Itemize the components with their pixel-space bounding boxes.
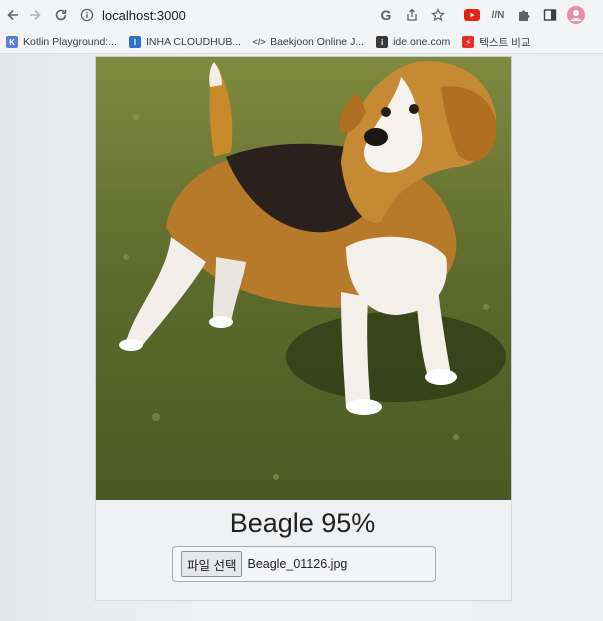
choose-file-button[interactable]: 파일 선택	[181, 551, 243, 577]
forward-button[interactable]	[24, 4, 46, 26]
share-icon[interactable]	[402, 5, 422, 25]
youtube-extension-icon[interactable]	[462, 5, 482, 25]
info-icon[interactable]	[80, 8, 94, 22]
back-button[interactable]	[2, 4, 24, 26]
bookmark-kotlin-playground[interactable]: K Kotlin Playground:...	[6, 36, 117, 48]
bookmark-inha-cloudhub[interactable]: I INHA CLOUDHUB...	[128, 36, 242, 48]
ideone-icon: i	[376, 36, 389, 48]
dog-photo	[95, 56, 512, 502]
prediction-result: Beagle 95%	[229, 508, 376, 538]
google-lens-icon[interactable]: G	[376, 5, 396, 25]
bookmark-label: ide one.com	[393, 36, 451, 48]
bookmark-label: 텍스트 비교	[479, 36, 531, 49]
beagle-image	[96, 57, 511, 501]
bookmark-star-icon[interactable]	[428, 5, 448, 25]
address-bar[interactable]: localhost:3000	[80, 3, 380, 27]
side-panel-icon[interactable]	[540, 5, 560, 25]
file-input[interactable]: 파일 선택 Beagle_01126.jpg	[172, 546, 436, 582]
bookmark-label: Kotlin Playground:...	[23, 36, 117, 48]
reload-icon	[55, 9, 67, 21]
bookmark-ideone[interactable]: i ide one.com	[376, 36, 450, 48]
bookmark-baekjoon[interactable]: </> Baekjoon Online J...	[253, 36, 364, 48]
bookmark-label: Baekjoon Online J...	[270, 36, 365, 48]
bookmark-text-compare[interactable]: ⚡ 텍스트 비교	[462, 35, 531, 50]
address-url: localhost:3000	[102, 7, 186, 23]
browser-toolbar: localhost:3000 G //N	[0, 0, 603, 31]
profile-avatar[interactable]	[566, 5, 586, 25]
forward-arrow-icon	[30, 9, 41, 21]
bookmarks-bar: K Kotlin Playground:... I INHA CLOUDHUB.…	[0, 31, 603, 54]
code-icon: </>	[252, 37, 266, 47]
kotlin-icon: K	[6, 36, 18, 48]
extensions-puzzle-icon[interactable]	[514, 5, 534, 25]
back-arrow-icon	[7, 9, 18, 21]
bookmark-label: INHA CLOUDHUB...	[145, 36, 242, 48]
cloudhub-icon: I	[128, 36, 141, 48]
selected-file-name: Beagle_01126.jpg	[247, 557, 348, 571]
lightning-icon: ⚡	[462, 36, 475, 48]
reload-button[interactable]	[50, 4, 72, 26]
reader-extension-icon[interactable]: //N	[488, 5, 508, 25]
